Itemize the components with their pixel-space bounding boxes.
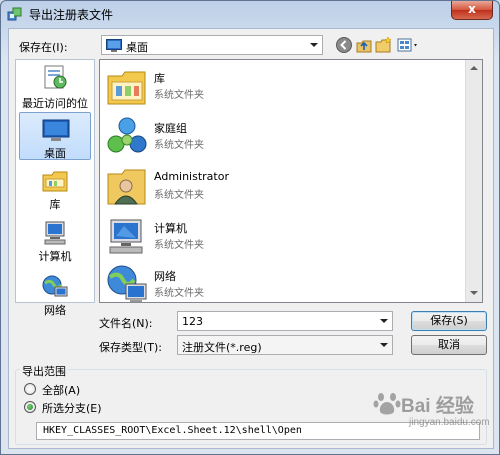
chevron-down-icon[interactable] bbox=[376, 312, 392, 330]
filetype-dropdown[interactable]: 注册文件(*.reg) bbox=[177, 335, 393, 355]
place-computer[interactable]: 计算机 bbox=[19, 216, 91, 263]
file-name: 计算机 bbox=[154, 222, 187, 235]
list-item[interactable]: 计算机 系统文件夹 bbox=[106, 214, 426, 262]
file-name: 库 bbox=[154, 72, 165, 85]
save-in-label: 保存在(I): bbox=[19, 41, 68, 54]
user-folder-icon bbox=[107, 169, 146, 205]
dialog-client-area: 保存在(I): 桌面 最近访问的位 桌面 库 计算机 网络 库 系统文件夹 家庭… bbox=[8, 28, 494, 449]
place-label: 计算机 bbox=[38, 250, 72, 263]
save-in-dropdown[interactable]: 桌面 bbox=[101, 35, 323, 55]
new-folder-icon[interactable] bbox=[375, 36, 393, 54]
cancel-button[interactable]: 取消 bbox=[411, 335, 487, 355]
desktop-icon bbox=[106, 39, 122, 52]
filename-label: 文件名(N): bbox=[99, 317, 153, 330]
list-item[interactable]: 网络 系统文件夹 bbox=[106, 262, 426, 302]
save-in-value: 桌面 bbox=[126, 41, 148, 54]
back-arrow-icon[interactable] bbox=[335, 36, 353, 54]
places-bar: 最近访问的位置 桌面 库 bbox=[15, 59, 95, 317]
libraries-icon bbox=[107, 71, 146, 105]
file-name: Administrator bbox=[154, 170, 229, 183]
list-item[interactable]: Administrator 系统文件夹 bbox=[106, 164, 426, 212]
up-folder-icon[interactable] bbox=[355, 36, 373, 54]
watermark-text: Bai 经验 bbox=[401, 396, 474, 417]
scroll-up-arrow-icon[interactable] bbox=[466, 60, 482, 77]
file-type: 系统文件夹 bbox=[154, 240, 204, 251]
file-type: 系统文件夹 bbox=[154, 140, 204, 151]
place-desktop[interactable]: 桌面 bbox=[19, 112, 91, 160]
branch-path-value[interactable]: HKEY_CLASSES_ROOT\Excel.Sheet.12\shell\O… bbox=[43, 425, 302, 436]
file-name: 家庭组 bbox=[154, 122, 187, 135]
export-range-title: 导出范围 bbox=[20, 363, 68, 379]
network-icon bbox=[42, 275, 68, 297]
save-button[interactable]: 保存(S) bbox=[411, 311, 487, 331]
chevron-down-icon[interactable] bbox=[306, 36, 322, 54]
radio-selected-branch[interactable] bbox=[24, 401, 36, 413]
window-title: 导出注册表文件 bbox=[29, 8, 114, 22]
place-libraries[interactable]: 库 bbox=[19, 164, 91, 211]
file-name: 网络 bbox=[154, 270, 176, 283]
file-type: 系统文件夹 bbox=[154, 190, 204, 201]
libraries-icon bbox=[42, 171, 68, 192]
filename-value[interactable]: 123 bbox=[182, 315, 203, 328]
file-type: 系统文件夹 bbox=[154, 90, 204, 101]
filetype-value: 注册文件(*.reg) bbox=[182, 341, 262, 354]
filename-input[interactable]: 123 bbox=[177, 311, 393, 331]
close-button[interactable]: x bbox=[451, 1, 493, 20]
desktop-icon bbox=[42, 119, 70, 141]
place-recent[interactable]: 最近访问的位置 bbox=[19, 62, 91, 126]
title-bar[interactable]: 导出注册表文件 x bbox=[1, 1, 499, 27]
baidu-watermark: Bai 经验 jingyan.baidu.com bbox=[353, 389, 493, 439]
close-icon: x bbox=[468, 2, 476, 16]
dialog-window: 导出注册表文件 x 保存在(I): 桌面 最近访问的位 桌面 库 计算机 网络 … bbox=[0, 0, 500, 455]
filetype-label: 保存类型(T): bbox=[99, 341, 163, 354]
place-network[interactable]: 网络 bbox=[19, 270, 91, 317]
computer-icon bbox=[44, 221, 66, 245]
chevron-down-icon[interactable] bbox=[376, 336, 392, 354]
radio-all-label[interactable]: 全部(A) bbox=[42, 382, 80, 398]
vertical-scrollbar[interactable] bbox=[465, 60, 482, 302]
homegroup-icon bbox=[107, 117, 147, 153]
recent-places-icon bbox=[44, 65, 67, 89]
file-list[interactable]: 库 系统文件夹 家庭组 系统文件夹 Administrator 系统文件夹 计算… bbox=[99, 59, 483, 303]
radio-branch-label[interactable]: 所选分支(E) bbox=[42, 400, 102, 416]
file-type: 系统文件夹 bbox=[154, 288, 204, 299]
watermark-subtext: jingyan.baidu.com bbox=[409, 417, 490, 428]
views-menu-icon[interactable] bbox=[397, 36, 421, 54]
network-icon bbox=[107, 265, 147, 302]
list-item[interactable]: 家庭组 系统文件夹 bbox=[106, 114, 426, 162]
list-item[interactable]: 库 系统文件夹 bbox=[106, 64, 426, 112]
place-label: 桌面 bbox=[44, 147, 66, 160]
scroll-down-arrow-icon[interactable] bbox=[466, 285, 482, 302]
paw-logo-icon bbox=[373, 393, 401, 415]
place-label: 库 bbox=[49, 198, 61, 211]
radio-all[interactable] bbox=[24, 383, 36, 395]
place-label: 网络 bbox=[44, 304, 66, 317]
registry-editor-icon bbox=[7, 7, 22, 21]
computer-icon bbox=[109, 219, 143, 254]
